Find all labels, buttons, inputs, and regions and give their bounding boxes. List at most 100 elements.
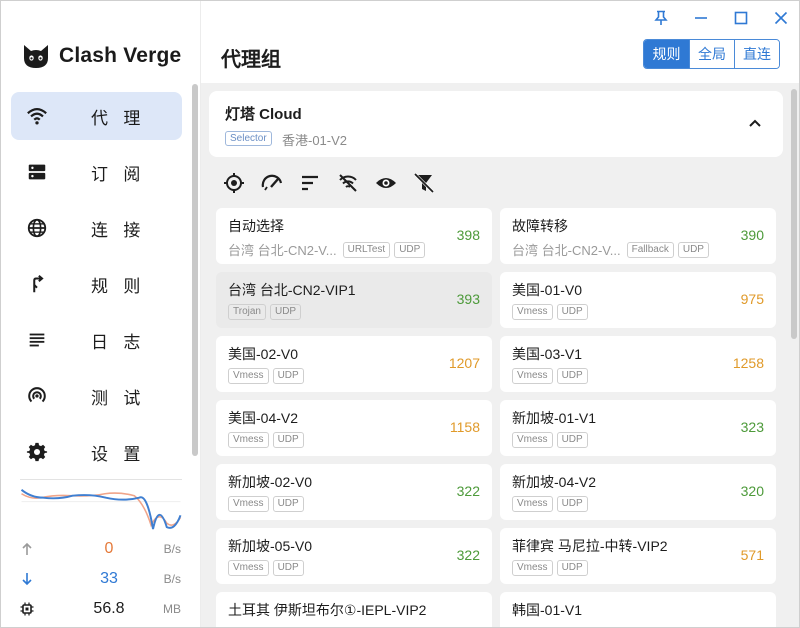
proxy-tag: UDP: [269, 304, 302, 320]
proxy-tag: Vmess: [512, 432, 553, 448]
mode-global-button[interactable]: 全局: [689, 40, 734, 68]
proxy-delay[interactable]: 398: [457, 227, 480, 243]
sidebar-item-settings[interactable]: 设 置: [11, 428, 182, 476]
sidebar-item-profiles[interactable]: 订 阅: [11, 148, 182, 196]
sidebar-item-rules[interactable]: 规 则: [11, 260, 182, 308]
filter-off-icon[interactable]: [335, 170, 361, 196]
proxy-delay[interactable]: 1207: [449, 355, 480, 371]
sidebar-item-label: 代 理: [91, 108, 146, 129]
close-icon[interactable]: [769, 7, 793, 29]
sidebar-item-proxy[interactable]: 代 理: [11, 92, 182, 140]
maximize-icon[interactable]: [729, 7, 753, 29]
proxy-group-type-badge: Selector: [225, 131, 272, 146]
sidebar-item-label: 订 阅: [91, 164, 146, 185]
filter-clear-icon[interactable]: [411, 170, 437, 196]
speed-test-icon[interactable]: [259, 170, 285, 196]
server-icon: [25, 160, 49, 184]
proxy-name: 菲律宾 马尼拉-中转-VIP2: [512, 538, 668, 554]
proxy-item[interactable]: 新加坡-01-V1 Vmess UDP 323: [500, 400, 776, 456]
proxy-item[interactable]: 新加坡-02-V0 Vmess UDP 322: [216, 464, 492, 520]
proxy-tag: Vmess: [512, 496, 553, 512]
proxy-delay[interactable]: 975: [741, 291, 764, 307]
proxy-tag: Fallback: [626, 241, 674, 258]
proxy-tags: Vmess UDP: [228, 432, 304, 448]
proxy-tag: Vmess: [228, 496, 269, 512]
proxy-item[interactable]: 美国-04-V2 Vmess UDP 1158: [216, 400, 492, 456]
proxy-delay[interactable]: 320: [741, 483, 764, 499]
memory-unit: MB: [163, 602, 181, 616]
main-scrollbar[interactable]: [791, 89, 797, 339]
globe-icon: [25, 216, 49, 240]
mode-direct-button[interactable]: 直连: [734, 40, 779, 68]
locate-icon[interactable]: [221, 170, 247, 196]
sidebar-nav: 代 理 订 阅 连 接 规 则 日 志 测 试 设 置: [11, 92, 182, 484]
proxy-name: 美国-03-V1: [512, 346, 583, 362]
proxy-delay[interactable]: 322: [457, 483, 480, 499]
sidebar: Clash Verge 代 理 订 阅 连 接 规 则 日 志 测 试 设 置 …: [1, 1, 201, 627]
proxy-tags: Vmess UDP: [228, 368, 304, 384]
mode-rule-button[interactable]: 规则: [644, 40, 689, 68]
sidebar-item-logs[interactable]: 日 志: [11, 316, 182, 364]
proxy-group-name: 灯塔 Cloud: [225, 106, 302, 123]
proxy-name: 新加坡-05-V0: [228, 538, 313, 554]
memory-chip-icon: [19, 602, 35, 616]
upload-stat: 0 B/s: [19, 539, 183, 559]
minimize-icon[interactable]: [689, 7, 713, 29]
proxy-tag: UDP: [556, 304, 588, 320]
proxy-tag: UDP: [556, 432, 588, 448]
fork-arrow-icon: [25, 272, 49, 296]
proxy-item[interactable]: 新加坡-04-V2 Vmess UDP 320: [500, 464, 776, 520]
header: 代理组 规则 全局 直连: [201, 1, 799, 83]
proxy-tag: UDP: [556, 560, 588, 576]
sort-icon[interactable]: [297, 170, 323, 196]
sidebar-item-label: 设 置: [91, 444, 146, 465]
proxy-delay[interactable]: 393: [457, 291, 480, 307]
proxy-delay[interactable]: 1158: [450, 419, 480, 435]
proxy-item[interactable]: 自动选择 台湾 台北-CN2-V... URLTest UDP 398: [216, 208, 492, 264]
main-panel: 代理组 规则 全局 直连 灯塔 Cloud Selector 香港-01-V2: [201, 1, 799, 627]
proxy-delay[interactable]: 1258: [733, 355, 764, 371]
proxy-item[interactable]: 新加坡-05-V0 Vmess UDP 322: [216, 528, 492, 584]
eye-icon[interactable]: [373, 170, 399, 196]
proxy-delay[interactable]: 390: [741, 227, 764, 243]
proxy-name: 美国-02-V0: [228, 346, 299, 362]
proxy-tag: UDP: [556, 368, 588, 384]
proxy-tags: Trojan UDP: [228, 304, 302, 320]
proxy-item[interactable]: 美国-01-V0 Vmess UDP 975: [500, 272, 776, 328]
arrow-down-icon: [19, 572, 35, 586]
chevron-up-icon[interactable]: [747, 115, 763, 131]
proxy-delay[interactable]: 571: [741, 547, 764, 563]
sidebar-scrollbar[interactable]: [192, 84, 198, 456]
memory-stat: 56.8 MB: [19, 599, 183, 619]
download-stat: 33 B/s: [19, 569, 183, 589]
proxy-tags: Vmess UDP: [228, 560, 304, 576]
proxy-item[interactable]: 美国-02-V0 Vmess UDP 1207: [216, 336, 492, 392]
proxy-item[interactable]: 故障转移 台湾 台北-CN2-V... Fallback UDP 390: [500, 208, 776, 264]
gear-icon: [25, 440, 49, 464]
proxy-name: 韩国-01-V1: [512, 602, 583, 618]
proxy-delay[interactable]: 322: [457, 547, 480, 563]
mode-switch: 规则 全局 直连: [643, 39, 780, 69]
pin-icon[interactable]: [649, 7, 673, 29]
sidebar-item-connections[interactable]: 连 接: [11, 204, 182, 252]
download-speed-value: 33: [100, 570, 118, 587]
sidebar-item-test[interactable]: 测 试: [11, 372, 182, 420]
proxy-tag: Vmess: [228, 432, 269, 448]
proxy-name: 故障转移: [512, 218, 568, 234]
proxy-tags: Vmess UDP: [512, 496, 588, 512]
proxy-tags: Vmess UDP: [512, 560, 588, 576]
proxy-item[interactable]: 土耳其 伊斯坦布尔①-IEPL-VIP2: [216, 592, 492, 627]
wifi-icon: [25, 104, 49, 128]
proxy-delay[interactable]: 323: [741, 419, 764, 435]
proxy-name: 美国-04-V2: [228, 410, 299, 426]
proxy-item[interactable]: 韩国-01-V1: [500, 592, 776, 627]
proxy-item[interactable]: 台湾 台北-CN2-VIP1 Trojan UDP 393: [216, 272, 492, 328]
proxy-name: 台湾 台北-CN2-VIP1: [228, 282, 356, 298]
proxy-item[interactable]: 菲律宾 马尼拉-中转-VIP2 Vmess UDP 571: [500, 528, 776, 584]
sidebar-item-label: 规 则: [91, 276, 146, 297]
proxy-tag: Vmess: [228, 368, 269, 384]
arrow-up-icon: [19, 542, 35, 556]
proxy-item[interactable]: 美国-03-V1 Vmess UDP 1258: [500, 336, 776, 392]
proxy-list: 自动选择 台湾 台北-CN2-V... URLTest UDP 398 故障转移 台湾 台北…: [216, 208, 776, 627]
proxy-group-card[interactable]: 灯塔 Cloud Selector 香港-01-V2: [209, 91, 783, 157]
